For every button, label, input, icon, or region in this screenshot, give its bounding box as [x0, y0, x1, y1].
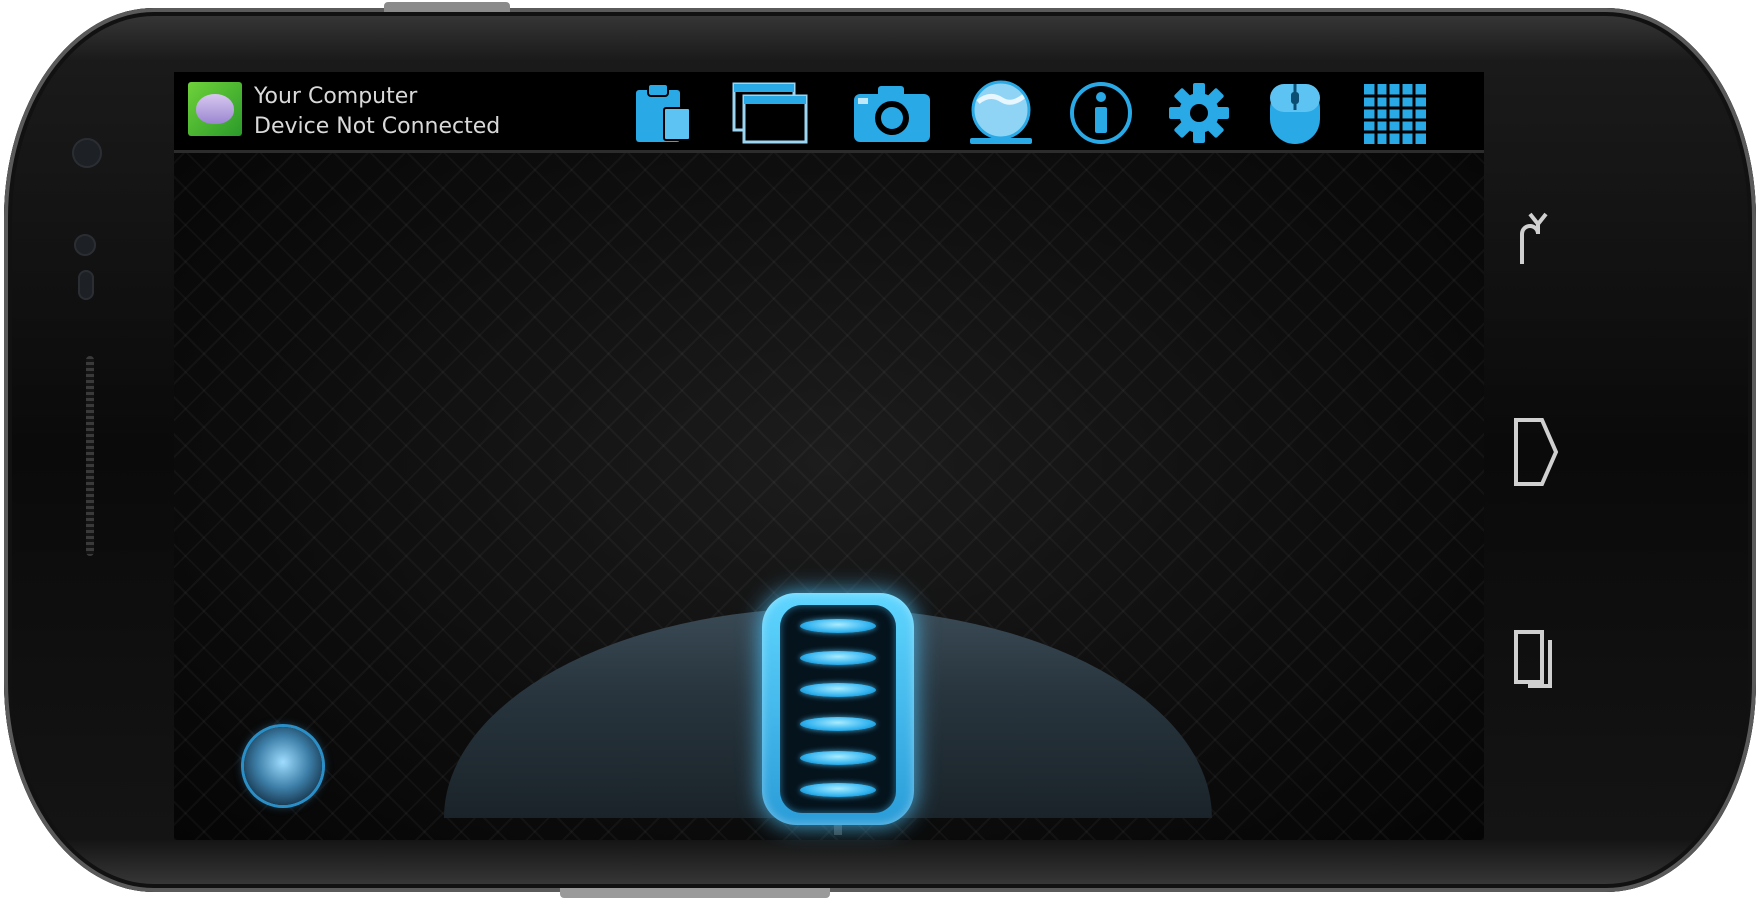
keyboard-button[interactable] — [1360, 80, 1430, 146]
globe-icon — [970, 80, 1032, 144]
settings-button[interactable] — [1164, 80, 1234, 146]
front-camera — [72, 138, 102, 168]
windows-button[interactable] — [730, 80, 810, 146]
scroll-rung — [800, 651, 876, 665]
home-button[interactable] — [1504, 412, 1564, 492]
scroll-rung — [800, 683, 876, 697]
light-sensor — [78, 270, 94, 300]
scroll-rung — [800, 619, 876, 633]
camera-icon — [854, 86, 930, 142]
browser-button[interactable] — [966, 80, 1036, 146]
info-button[interactable] — [1066, 80, 1136, 146]
scroll-rung — [800, 783, 876, 797]
wheel-base — [834, 825, 842, 835]
back-button[interactable] — [1504, 204, 1564, 284]
scroll-rung — [800, 717, 876, 731]
touchpad-area[interactable] — [174, 153, 1484, 840]
info-icon — [1070, 82, 1132, 144]
mouse-mode-button[interactable] — [1264, 80, 1326, 146]
connection-status: Device Not Connected — [254, 114, 501, 139]
power-button — [384, 2, 510, 12]
pointer-ball-button[interactable] — [244, 727, 322, 805]
scroll-wheel-track — [780, 605, 896, 813]
computer-name: Your Computer — [254, 84, 418, 109]
recent-apps-button[interactable] — [1504, 622, 1564, 702]
scroll-rung — [800, 751, 876, 765]
recent-apps-icon — [1514, 630, 1552, 688]
home-icon — [1514, 418, 1559, 486]
mouse-icon — [1270, 84, 1320, 144]
gear-icon — [1169, 83, 1229, 143]
clipboard-icon — [636, 83, 691, 142]
clipboard-button[interactable] — [630, 80, 700, 146]
computer-logo-icon — [188, 82, 242, 136]
top-toolbar: Your Computer Device Not Connected — [174, 72, 1484, 153]
volume-button — [560, 888, 830, 898]
earpiece-speaker — [86, 356, 94, 556]
camera-button[interactable] — [850, 80, 934, 146]
keypad-icon — [1364, 84, 1426, 144]
back-icon — [1520, 212, 1548, 264]
windows-icon — [732, 82, 808, 144]
scroll-wheel[interactable] — [762, 593, 914, 825]
proximity-sensor — [74, 234, 96, 256]
app-screen: Your Computer Device Not Connected — [174, 72, 1484, 840]
